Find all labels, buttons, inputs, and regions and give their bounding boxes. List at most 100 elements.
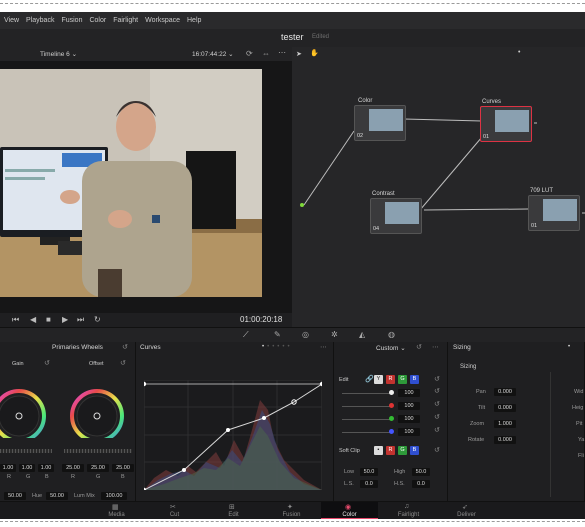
r-intensity-slider[interactable]	[342, 406, 390, 407]
offset-r-value[interactable]: 25.00	[62, 464, 84, 472]
g-intensity-value[interactable]: 100	[398, 415, 420, 423]
g-dot	[389, 416, 394, 421]
bypass-icon[interactable]: ⟳	[246, 49, 253, 58]
b-dot	[389, 429, 394, 434]
gain-b-value[interactable]: 1.00	[38, 464, 54, 472]
b-intensity-slider[interactable]	[342, 432, 390, 433]
qualifier-icon[interactable]: ✎	[274, 330, 281, 339]
offset-master-slider[interactable]	[64, 449, 132, 453]
y-intensity-value[interactable]: 100	[398, 389, 420, 397]
chevron-down-icon: ⌄	[228, 51, 234, 58]
color-boost-value[interactable]: 50.00	[4, 492, 26, 500]
y-intensity-slider[interactable]	[342, 393, 390, 394]
page-color[interactable]: ◉ Color	[321, 502, 378, 519]
channel-y-button[interactable]: Y	[374, 375, 383, 384]
magic-mask-icon[interactable]: ◭	[359, 330, 365, 339]
channel-g-button[interactable]: G	[398, 375, 407, 384]
link-icon[interactable]: 🔗	[365, 375, 374, 383]
page-fusion[interactable]: ✦ Fusion	[263, 502, 320, 519]
reset-icon[interactable]: ↺	[434, 413, 440, 421]
gain-g-value[interactable]: 1.00	[19, 464, 35, 472]
tracker-icon[interactable]: ✲	[331, 330, 338, 339]
custom-mode-selector[interactable]: Custom ⌄	[376, 344, 406, 352]
more-options-icon[interactable]: ⋯	[320, 343, 327, 351]
menu-workspace[interactable]: Workspace	[145, 17, 180, 24]
play-reverse-icon[interactable]: ◀	[30, 315, 36, 324]
zoom-value[interactable]: 1.000	[494, 420, 516, 428]
timecode-display[interactable]: 16:07:44:22 ⌄	[192, 50, 234, 58]
more-options-icon[interactable]: ⋯	[278, 48, 286, 57]
reset-icon[interactable]: ↺	[416, 343, 422, 351]
reset-icon[interactable]: ↺	[434, 387, 440, 395]
reset-icon[interactable]: ↺	[434, 426, 440, 434]
menu-help[interactable]: Help	[187, 17, 201, 24]
hue-value[interactable]: 50.00	[46, 492, 68, 500]
skip-end-icon[interactable]: ⏭	[77, 315, 84, 325]
more-options-icon[interactable]: ⋯	[432, 343, 439, 351]
page-cut[interactable]: ✂ Cut	[146, 502, 203, 519]
gain-r-label: R	[7, 474, 11, 480]
r-intensity-value[interactable]: 100	[398, 402, 420, 410]
high-value[interactable]: 50.0	[412, 468, 430, 476]
node-709-lut[interactable]: 01	[528, 195, 580, 231]
blur-icon[interactable]: ◍	[388, 330, 395, 339]
menu-view[interactable]: View	[4, 17, 19, 24]
low-value[interactable]: 50.0	[360, 468, 378, 476]
ls-value[interactable]: 0.0	[360, 480, 378, 488]
height-label: Heig	[572, 405, 584, 411]
node-color[interactable]: 02	[354, 105, 406, 141]
g-intensity-slider[interactable]	[342, 419, 390, 420]
reset-icon[interactable]: ↺	[434, 375, 440, 383]
offset-b-label: B	[121, 474, 125, 480]
curves-graph[interactable]	[144, 380, 322, 490]
channel-r-button[interactable]: R	[386, 375, 395, 384]
curve-page-dots[interactable]: ••••••	[262, 344, 293, 350]
b-intensity-value[interactable]: 100	[398, 428, 420, 436]
softclip-r-button[interactable]: R	[386, 446, 395, 455]
menu-fusion[interactable]: Fusion	[61, 17, 82, 24]
gain-master-slider[interactable]	[0, 449, 52, 453]
node-contrast[interactable]: 04	[370, 198, 422, 234]
menu-color[interactable]: Color	[89, 17, 106, 24]
channel-b-button[interactable]: B	[410, 375, 419, 384]
window-icon[interactable]: ◎	[302, 330, 309, 339]
node-curves[interactable]: 01	[480, 106, 532, 142]
reset-icon[interactable]: ↺	[122, 343, 128, 351]
page-edit[interactable]: ⊞ Edit	[205, 502, 262, 519]
page-media[interactable]: ▦ Media	[88, 502, 145, 519]
wipe-icon[interactable]: ⇔	[262, 49, 270, 58]
reset-icon[interactable]: ↺	[120, 359, 126, 367]
play-icon[interactable]: ▶	[62, 315, 68, 324]
lummix-value[interactable]: 100.00	[101, 492, 127, 500]
gain-r-value[interactable]: 1.00	[0, 464, 16, 472]
node-connections	[300, 118, 585, 214]
reset-icon[interactable]: ↺	[434, 446, 440, 454]
menu-playback[interactable]: Playback	[26, 17, 54, 24]
menu-fairlight[interactable]: Fairlight	[113, 17, 138, 24]
page-fairlight[interactable]: ♫ Fairlight	[380, 502, 437, 519]
skip-start-icon[interactable]: ⏮	[12, 315, 19, 325]
softclip-g-button[interactable]: G	[398, 446, 407, 455]
stop-icon[interactable]: ■	[46, 315, 51, 324]
pan-value[interactable]: 0.000	[494, 388, 516, 396]
reset-icon[interactable]: ↺	[44, 359, 50, 367]
sizing-title: Sizing	[453, 344, 471, 351]
primaries-title[interactable]: Primaries Wheels	[52, 344, 103, 351]
project-status: Edited	[312, 34, 330, 40]
high-label: High	[394, 469, 406, 475]
project-bar: tester Edited	[0, 29, 585, 47]
timeline-selector[interactable]: Timeline 6 ⌄	[40, 50, 77, 58]
lummix-label: Lum Mix	[74, 493, 95, 499]
reset-icon[interactable]: ↺	[434, 400, 440, 408]
page-deliver[interactable]: ➶ Deliver	[438, 502, 495, 519]
hs-value[interactable]: 0.0	[412, 480, 430, 488]
rotate-value[interactable]: 0.000	[494, 436, 516, 444]
curves-tool-icon[interactable]: ⟋	[243, 330, 249, 340]
softclip-y-button[interactable]: ▪	[374, 446, 383, 455]
offset-b-value[interactable]: 25.00	[112, 464, 134, 472]
tilt-value[interactable]: 0.000	[494, 404, 516, 412]
loop-icon[interactable]: ↻	[94, 315, 101, 324]
softclip-b-button[interactable]: B	[410, 446, 419, 455]
offset-g-value[interactable]: 25.00	[87, 464, 109, 472]
softclip-label: Soft Clip	[339, 448, 360, 454]
